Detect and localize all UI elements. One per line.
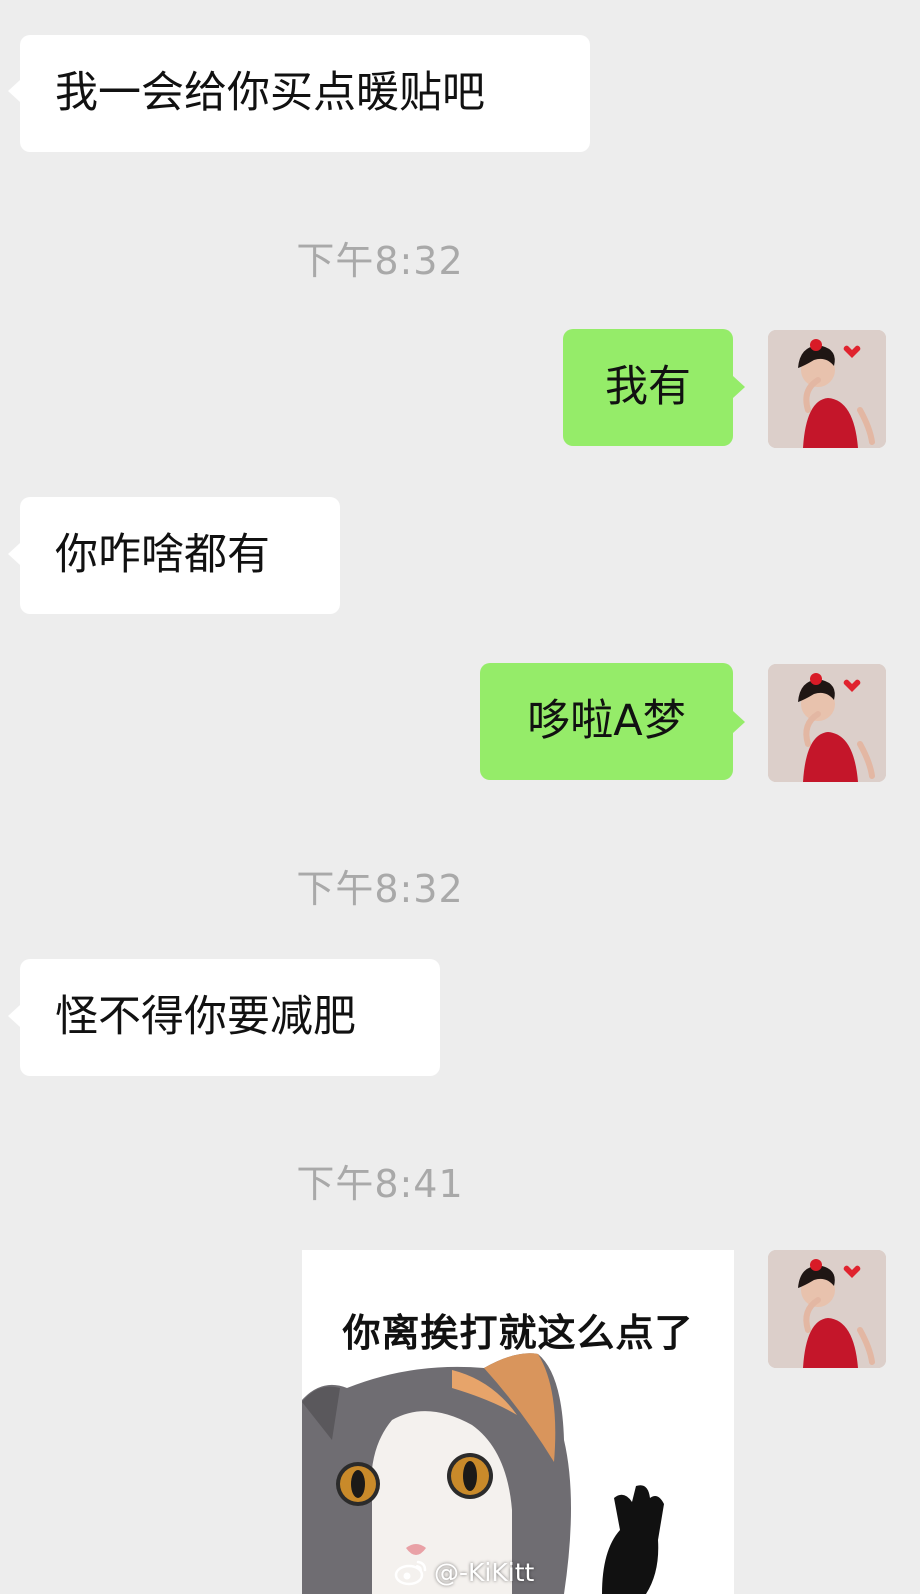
avatar[interactable]	[768, 330, 886, 448]
message-bubble-outgoing[interactable]: 哆啦A梦	[480, 663, 733, 780]
incoming-bubble-tail	[8, 80, 20, 102]
timestamp: 下午8:41	[296, 1162, 464, 1206]
message-text: 怪不得你要减肥	[55, 992, 356, 1042]
outgoing-bubble-tail	[733, 711, 745, 733]
watermark-text: @-KiKitt	[434, 1557, 535, 1587]
message-text: 你咋啥都有	[55, 530, 270, 580]
timestamp: 下午8:32	[296, 239, 464, 283]
incoming-bubble-tail	[8, 1005, 20, 1027]
cat-sticker-image	[302, 1353, 664, 1594]
avatar[interactable]	[768, 664, 886, 782]
sticker-message[interactable]: 你离挨打就这么点了	[302, 1250, 734, 1594]
message-bubble-incoming[interactable]: 怪不得你要减肥	[20, 959, 440, 1076]
avatar[interactable]	[768, 1250, 886, 1368]
incoming-bubble-tail	[8, 543, 20, 565]
message-bubble-outgoing[interactable]: 我有	[563, 329, 733, 446]
message-text: 哆啦A梦	[527, 696, 686, 746]
weibo-icon	[394, 1560, 427, 1586]
message-bubble-incoming[interactable]: 我一会给你买点暖贴吧	[20, 35, 590, 152]
watermark: @-KiKitt	[394, 1555, 534, 1589]
outgoing-bubble-tail	[733, 376, 745, 398]
timestamp: 下午8:32	[296, 867, 464, 911]
message-text: 我一会给你买点暖贴吧	[55, 68, 485, 118]
message-text: 我有	[605, 362, 691, 412]
message-bubble-incoming[interactable]: 你咋啥都有	[20, 497, 340, 614]
